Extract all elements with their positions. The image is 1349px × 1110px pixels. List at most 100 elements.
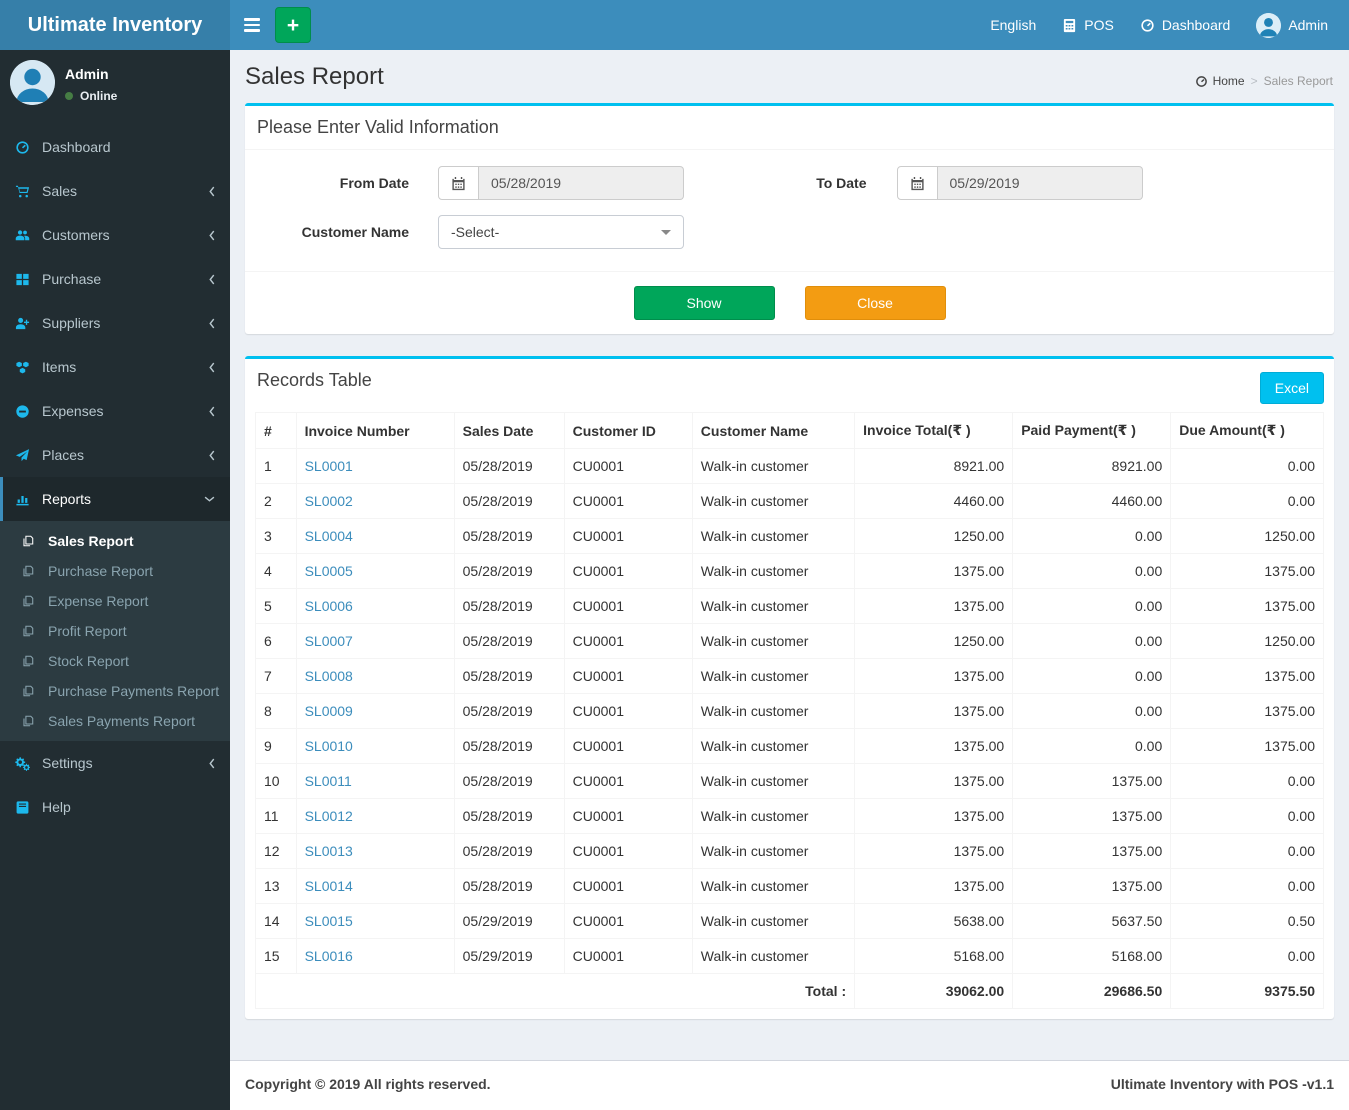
invoice-link[interactable]: SL0010	[305, 738, 353, 754]
records-table-container: # Invoice Number Sales Date Customer ID Cust…	[245, 402, 1334, 1019]
sidebar-item-label: Dashboard	[42, 139, 111, 155]
copy-icon	[21, 564, 39, 578]
invoice-link[interactable]: SL0015	[305, 913, 353, 929]
calendar-icon[interactable]	[896, 166, 938, 200]
table-cell: 05/28/2019	[453, 623, 565, 659]
sidebar-subitem-sales-payments-report[interactable]: Sales Payments Report	[0, 706, 230, 736]
sidebar-item-purchase[interactable]: Purchase	[0, 257, 230, 301]
column-header-paid-payment: Paid Payment(₹ )	[1012, 412, 1172, 449]
from-date-input[interactable]	[479, 166, 684, 200]
table-cell: 05/29/2019	[453, 938, 565, 974]
column-header-due-amount: Due Amount(₹ )	[1170, 412, 1324, 449]
sidebar-item-customers[interactable]: Customers	[0, 213, 230, 257]
invoice-link[interactable]: SL0007	[305, 633, 353, 649]
sidebar-subitem-sales-report[interactable]: Sales Report	[0, 526, 230, 556]
show-button[interactable]: Show	[633, 286, 775, 320]
customer-name-select[interactable]: -Select-	[438, 215, 684, 249]
row-index-cell: 13	[255, 868, 297, 904]
invoice-link[interactable]: SL0012	[305, 808, 353, 824]
filter-panel-header: Please Enter Valid Information	[245, 106, 1334, 150]
breadcrumb-current: Sales Report	[1263, 74, 1333, 88]
table-cell: 1375.00	[1012, 763, 1172, 799]
sidebar-subitem-stock-report[interactable]: Stock Report	[0, 646, 230, 676]
table-cell: 8921.00	[1012, 448, 1172, 484]
excel-export-button[interactable]: Excel	[1259, 372, 1324, 404]
quick-add-button[interactable]: +	[275, 7, 311, 43]
cart-icon	[15, 184, 42, 199]
row-index-cell: 12	[255, 833, 297, 869]
invoice-link[interactable]: SL0016	[305, 948, 353, 964]
sidebar-subitem-label: Sales Report	[48, 533, 134, 549]
copy-icon	[21, 714, 39, 728]
sidebar-subitem-profit-report[interactable]: Profit Report	[0, 616, 230, 646]
sidebar-toggle-button[interactable]	[230, 0, 274, 50]
total-value: 39062.00	[854, 973, 1014, 1009]
invoice-link[interactable]: SL0014	[305, 878, 353, 894]
content-header: Sales Report Home > Sales Report	[230, 50, 1349, 103]
gears-icon	[15, 756, 42, 771]
close-button[interactable]: Close	[804, 286, 946, 320]
table-cell: 1375.00	[1170, 588, 1324, 624]
sidebar-item-help[interactable]: Help	[0, 785, 230, 829]
sidebar-item-items[interactable]: Items	[0, 345, 230, 389]
to-date-input[interactable]	[937, 166, 1143, 200]
sidebar-subitem-purchase-report[interactable]: Purchase Report	[0, 556, 230, 586]
table-cell: 05/29/2019	[453, 903, 565, 939]
language-menu[interactable]: English	[977, 0, 1049, 50]
invoice-link[interactable]: SL0005	[305, 563, 353, 579]
table-cell: 1375.00	[854, 868, 1014, 904]
calendar-icon[interactable]	[438, 166, 479, 200]
table-cell: Walk-in customer	[691, 728, 856, 764]
total-value: 29686.50	[1012, 973, 1172, 1009]
invoice-link[interactable]: SL0013	[305, 843, 353, 859]
sidebar-item-settings[interactable]: Settings	[0, 741, 230, 785]
table-cell: 0.00	[1012, 728, 1172, 764]
chevron-left-icon	[208, 273, 216, 286]
sidebar-subitem-label: Purchase Payments Report	[48, 683, 220, 699]
sidebar-item-places[interactable]: Places	[0, 433, 230, 477]
table-cell: 05/28/2019	[453, 553, 565, 589]
pos-link[interactable]: POS	[1049, 0, 1127, 50]
dashboard-link[interactable]: Dashboard	[1127, 0, 1244, 50]
sidebar-item-reports[interactable]: Reports	[0, 477, 230, 521]
sidebar-item-label: Help	[42, 799, 71, 815]
invoice-link[interactable]: SL0011	[305, 773, 352, 789]
row-index-cell: 3	[255, 518, 297, 554]
invoice-link[interactable]: SL0004	[305, 528, 353, 544]
breadcrumb: Home > Sales Report	[1195, 74, 1333, 88]
table-cell: CU0001	[563, 623, 693, 659]
sidebar-item-sales[interactable]: Sales	[0, 169, 230, 213]
sidebar-subitem-expense-report[interactable]: Expense Report	[0, 586, 230, 616]
page-footer: Ultimate Inventory with POS -v1.1 Copyri…	[230, 1060, 1349, 1110]
sidebar-item-dashboard[interactable]: Dashboard	[0, 125, 230, 169]
table-cell: 05/28/2019	[453, 728, 565, 764]
brand-logo[interactable]: Ultimate Inventory	[0, 0, 230, 50]
invoice-link[interactable]: SL0008	[305, 668, 353, 684]
table-cell: 1375.00	[854, 658, 1014, 694]
sidebar-item-expenses[interactable]: Expenses	[0, 389, 230, 433]
filter-form: From Date To Date	[245, 150, 1334, 271]
invoice-link[interactable]: SL0009	[305, 703, 353, 719]
sidebar: Admin Online Dashboard Sales Customers Purc…	[0, 50, 230, 1110]
table-cell: 1375.00	[854, 833, 1014, 869]
chevron-left-icon	[208, 361, 216, 374]
table-cell: 0.00	[1012, 588, 1172, 624]
copy-icon	[21, 684, 39, 698]
row-index-cell: 2	[255, 483, 297, 519]
invoice-link[interactable]: SL0006	[305, 598, 353, 614]
book-icon	[15, 800, 42, 815]
table-cell: CU0001	[563, 868, 693, 904]
sidebar-item-suppliers[interactable]: Suppliers	[0, 301, 230, 345]
user-menu[interactable]: Admin	[1243, 0, 1341, 50]
table-cell: 1375.00	[854, 693, 1014, 729]
invoice-link[interactable]: SL0002	[305, 493, 353, 509]
sidebar-subitem-purchase-payments-report[interactable]: Purchase Payments Report	[0, 676, 230, 706]
table-cell: 0.00	[1170, 763, 1324, 799]
breadcrumb-separator: >	[1250, 74, 1258, 88]
breadcrumb-home-link[interactable]: Home	[1195, 74, 1245, 88]
to-date-label: To Date	[816, 175, 867, 191]
table-cell: 1375.00	[1170, 658, 1324, 694]
footer-copyright: Copyright © 2019 All rights reserved.	[245, 1076, 491, 1092]
invoice-link[interactable]: SL0001	[305, 458, 353, 474]
from-date-group	[438, 166, 684, 200]
